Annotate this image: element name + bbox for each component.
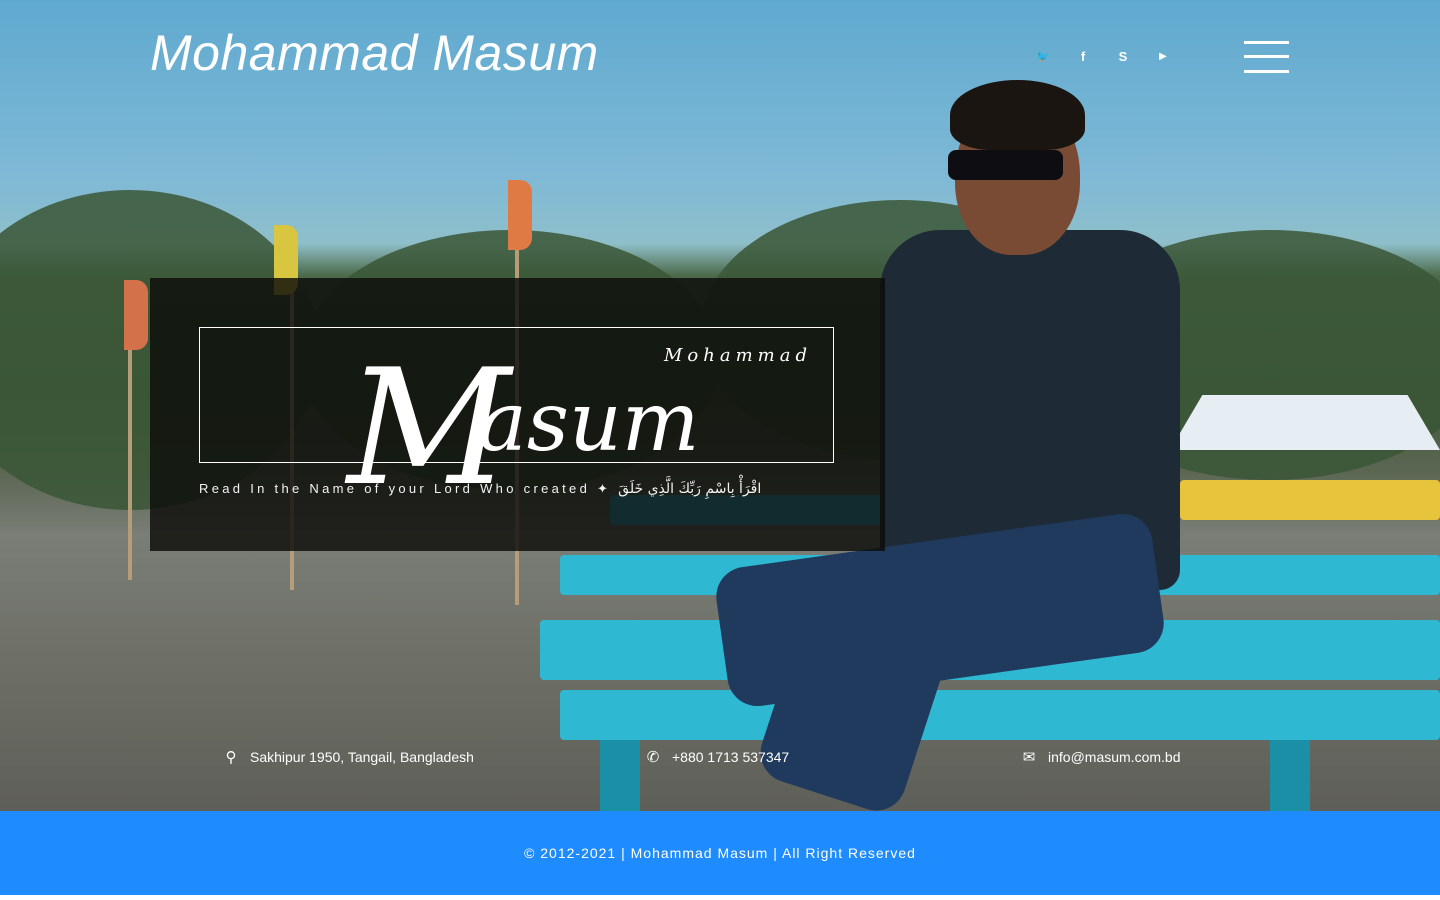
footer: © 2012-2021 | Mohammad Masum | All Right… [0, 811, 1440, 895]
social-links: 🐦 f S ▶ [1034, 48, 1172, 66]
logo-frame: M asum Mohammad [199, 327, 834, 508]
contact-phone: ✆ +880 1713 537347 [644, 748, 789, 766]
sunglasses [948, 150, 1063, 180]
bench-leg [600, 740, 640, 811]
phone-icon: ✆ [646, 749, 660, 766]
contact-email: ✉ info@masum.com.bd [1020, 748, 1181, 766]
flag [508, 180, 532, 250]
menu-bar [1244, 55, 1289, 58]
contact-address: ⚲ Sakhipur 1950, Tangail, Bangladesh [222, 748, 474, 766]
tagline-english: Read In the Name of your Lord Who create… [199, 481, 591, 496]
bench [560, 690, 1440, 740]
logo-first-name: Mohammad [664, 345, 812, 366]
yellow-bench [1180, 480, 1440, 520]
twitter-icon[interactable]: 🐦 [1034, 48, 1052, 66]
skype-icon[interactable]: S [1114, 48, 1132, 66]
menu-bar [1244, 41, 1289, 44]
tagline-arabic: اقْرَأْ بِاسْمِ رَبِّكَ الَّذِي خَلَقَ [618, 481, 762, 497]
phone-text[interactable]: +880 1713 537347 [672, 749, 789, 765]
youtube-icon[interactable]: ▶ [1154, 48, 1172, 66]
menu-toggle-button[interactable] [1244, 41, 1289, 73]
flag [124, 280, 148, 350]
bench-leg [1270, 740, 1310, 811]
map-marker-icon: ⚲ [225, 749, 237, 766]
copyright-text: © 2012-2021 | Mohammad Masum | All Right… [524, 845, 916, 861]
site-title[interactable]: Mohammad Masum [150, 24, 599, 82]
tagline: Read In the Name of your Lord Who create… [199, 481, 839, 497]
person-hair [950, 80, 1085, 150]
hero-overlay: M asum Mohammad Read In the Name of your… [150, 278, 885, 551]
tent [1170, 395, 1440, 450]
tagline-separator: ✦ [597, 481, 612, 496]
facebook-icon[interactable]: f [1074, 48, 1092, 66]
envelope-icon: ✉ [1022, 749, 1036, 766]
address-text: Sakhipur 1950, Tangail, Bangladesh [250, 749, 474, 765]
email-text[interactable]: info@masum.com.bd [1048, 749, 1180, 765]
menu-bar [1244, 70, 1289, 73]
logo-rest: asum [478, 375, 700, 470]
